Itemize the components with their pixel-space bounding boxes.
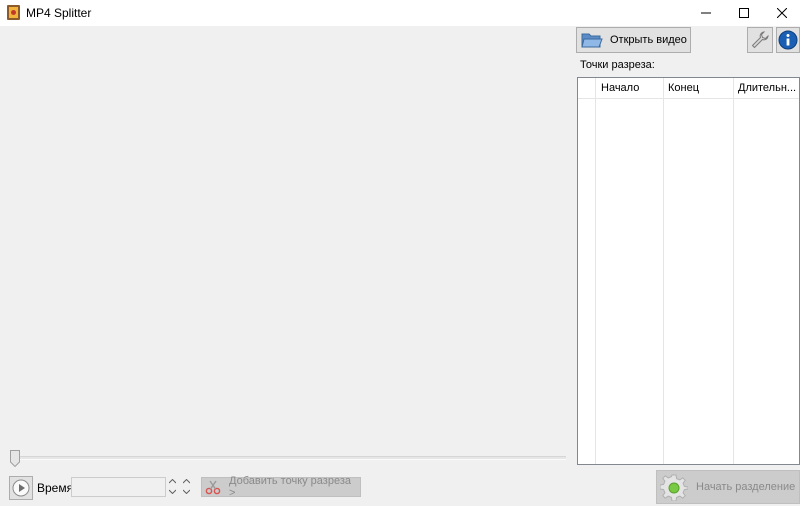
scissors-icon <box>205 479 221 495</box>
seek-slider-thumb[interactable] <box>10 450 20 468</box>
column-header-duration[interactable]: Длительн... <box>733 78 799 99</box>
title-bar: MP4 Splitter <box>0 0 800 26</box>
chevron-up-icon <box>169 479 176 484</box>
info-button[interactable] <box>776 27 800 53</box>
maximize-button[interactable] <box>726 0 762 26</box>
column-divider <box>733 78 734 464</box>
video-preview-area <box>0 26 572 446</box>
add-cut-point-button[interactable]: Добавить точку разреза > <box>201 475 361 499</box>
start-split-label: Начать разделение <box>696 481 796 493</box>
minimize-icon <box>701 12 711 14</box>
open-video-button[interactable]: Открыть видео <box>576 27 691 53</box>
open-video-label: Открыть видео <box>610 34 687 46</box>
chevron-down-icon <box>169 489 176 494</box>
start-split-button[interactable]: Начать разделение <box>656 470 800 504</box>
wrench-icon <box>751 31 769 49</box>
open-folder-icon <box>581 31 603 49</box>
seek-slider-track[interactable] <box>10 456 566 460</box>
column-header-start[interactable]: Начало <box>596 78 663 99</box>
close-icon <box>777 8 787 18</box>
minimize-button[interactable] <box>688 0 724 26</box>
column-header-end[interactable]: Конец <box>663 78 733 99</box>
maximize-icon <box>739 8 749 18</box>
add-cut-point-label: Добавить точку разреза > <box>229 475 351 499</box>
time-fine-spin-down-button[interactable] <box>181 487 192 496</box>
cut-points-label: Точки разреза: <box>580 59 655 71</box>
settings-button[interactable] <box>747 27 773 53</box>
column-divider <box>595 78 596 464</box>
cut-points-table[interactable]: Начало Конец Длительн... <box>577 77 800 465</box>
info-icon <box>778 30 798 50</box>
play-icon <box>12 479 30 497</box>
close-button[interactable] <box>764 0 800 26</box>
chevron-up-icon <box>183 479 190 484</box>
column-header-marker[interactable] <box>578 78 596 99</box>
column-divider <box>663 78 664 464</box>
time-input[interactable] <box>71 477 166 497</box>
window-title: MP4 Splitter <box>26 6 92 20</box>
play-button[interactable] <box>9 476 33 500</box>
chevron-down-icon <box>183 489 190 494</box>
cut-points-table-header: Начало Конец Длительн... <box>578 78 799 99</box>
time-spin-down-button[interactable] <box>167 487 178 496</box>
gear-icon <box>659 473 689 502</box>
time-spin-up-button[interactable] <box>167 477 178 486</box>
app-icon <box>7 5 20 20</box>
time-fine-spin-up-button[interactable] <box>181 477 192 486</box>
